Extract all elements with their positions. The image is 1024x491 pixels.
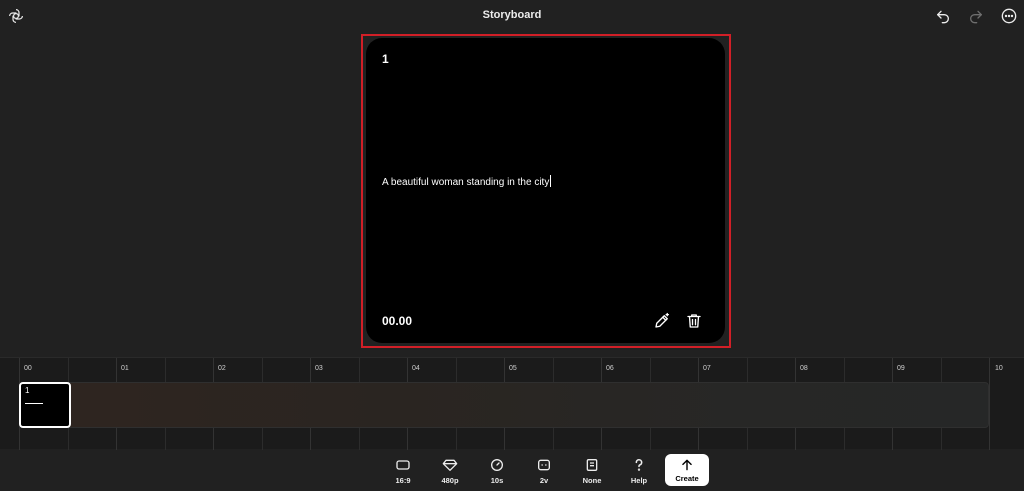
resolution-button[interactable]: 480p [433, 456, 467, 488]
timeline-tick-label: 07 [703, 365, 711, 372]
resolution-label: 480p [441, 476, 459, 485]
arrow-up-icon [682, 459, 692, 471]
create-button[interactable]: Create [665, 454, 709, 486]
variants-label: 2v [539, 476, 549, 485]
timeline-tick-label: 04 [412, 365, 420, 372]
clip-bar [25, 403, 43, 404]
card-index: 1 [382, 52, 389, 66]
timeline-tick-label: 00 [24, 365, 32, 372]
page-title: Storyboard [482, 9, 542, 21]
text-caret [550, 175, 552, 187]
timeline-track[interactable] [19, 382, 989, 428]
undo-button[interactable] [933, 6, 953, 26]
timeline-tick-label: 08 [800, 365, 808, 372]
variants-icon [538, 459, 550, 471]
timeline[interactable]: 00 01 02 03 04 05 06 07 08 09 10 1 [0, 357, 1024, 450]
aspect-ratio-icon [396, 460, 410, 470]
more-options-button[interactable] [999, 6, 1019, 26]
top-bar: Storyboard [0, 0, 1024, 32]
help-button[interactable]: Help [622, 456, 656, 488]
preset-label: None [582, 476, 602, 485]
clock-icon [491, 459, 503, 471]
timeline-ruler: 00 01 02 03 04 05 06 07 08 09 10 [0, 358, 1024, 378]
aspect-ratio-button[interactable]: 16:9 [386, 456, 420, 488]
delete-button[interactable] [685, 312, 703, 330]
duration-button[interactable]: 10s [480, 456, 514, 488]
clip-label: 1 [25, 386, 30, 395]
bottom-toolbar: 16:9 480p 10s 2v None Help Create [0, 449, 1024, 491]
aspect-ratio-label: 16:9 [395, 476, 411, 485]
timeline-tick-label: 10 [995, 365, 1003, 372]
variants-button[interactable]: 2v [527, 456, 561, 488]
preset-button[interactable]: None [575, 456, 609, 488]
timeline-tick-label: 05 [509, 365, 517, 372]
trash-icon [687, 314, 701, 328]
help-label: Help [630, 476, 648, 485]
diamond-icon [442, 459, 458, 471]
book-icon [586, 459, 598, 471]
edit-pencil-icon [655, 312, 670, 328]
prompt-value: A beautiful woman standing in the city [382, 177, 550, 188]
storyboard-card[interactable]: 1 A beautiful woman standing in the city… [366, 38, 725, 343]
timeline-tick-label: 01 [121, 365, 129, 372]
card-timestamp: 00.00 [382, 314, 413, 328]
timeline-tick-label: 03 [315, 365, 323, 372]
timeline-tick-label: 02 [218, 365, 226, 372]
duration-label: 10s [490, 476, 504, 485]
undo-icon [937, 10, 949, 24]
more-options-icon [1001, 8, 1017, 24]
edit-button[interactable] [653, 312, 671, 330]
redo-button[interactable] [966, 6, 986, 26]
create-label: Create [675, 474, 699, 483]
timeline-clip[interactable]: 1 [19, 382, 71, 428]
timeline-tick-label: 09 [897, 365, 905, 372]
question-icon [635, 458, 643, 471]
card-prompt-text[interactable]: A beautiful woman standing in the city [382, 175, 552, 188]
timeline-tick-label: 06 [606, 365, 614, 372]
redo-icon [970, 10, 982, 24]
